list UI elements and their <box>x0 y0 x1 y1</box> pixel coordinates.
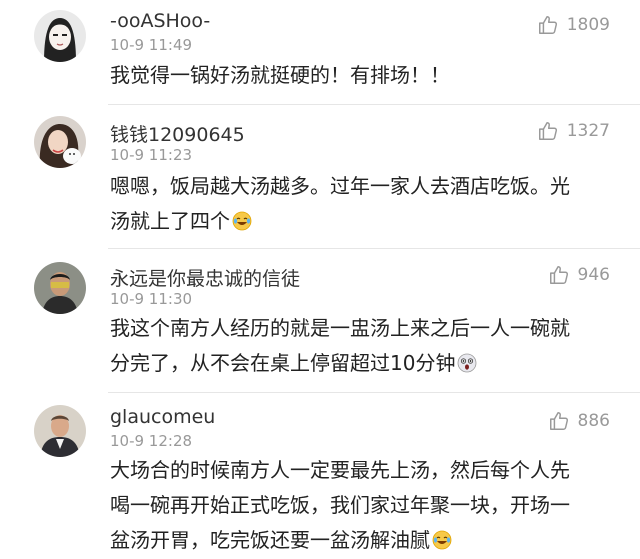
user-avatar[interactable] <box>34 405 86 457</box>
like-button[interactable]: 1809 <box>537 14 610 36</box>
like-count: 886 <box>577 411 610 431</box>
laugh-cry-emoji-icon <box>232 211 252 231</box>
thumbs-up-icon <box>548 410 570 432</box>
comment-text: 我这个南方人经历的就是一盅汤上来之后一人一碗就 分完了，从不会在桌上停留超过10… <box>110 311 615 381</box>
comment-text-line: 我这个南方人经历的就是一盅汤上来之后一人一碗就 <box>110 316 570 340</box>
comment-text-line: 汤就上了四个 <box>110 209 230 233</box>
anime-girl-avatar-icon <box>34 10 86 62</box>
comment-text-line: 嗯嗯，饭局越大汤越多。过年一家人去酒店吃饭。光 <box>110 174 570 198</box>
thumbs-up-icon <box>537 120 559 142</box>
like-count: 1327 <box>566 121 610 141</box>
username[interactable]: 钱钱12090645 <box>110 120 245 147</box>
username[interactable]: 永远是你最忠诚的信徒 <box>110 264 300 291</box>
thumbs-up-icon <box>537 14 559 36</box>
laugh-cry-emoji-icon <box>432 530 452 550</box>
thumbs-up-icon <box>548 264 570 286</box>
comment-text-line: 盆汤开胃，吃完饭还要一盆汤解油腻 <box>110 528 430 552</box>
timestamp: 10-9 11:30 <box>110 290 193 308</box>
divider <box>108 392 640 393</box>
comment-text-line: 大场合的时候南方人一定要最先上汤，然后每个人先 <box>110 458 570 482</box>
comment-text-line: 我觉得一锅好汤就挺硬的！有排场！！ <box>110 63 450 87</box>
divider <box>108 104 640 105</box>
man-portrait-avatar-icon <box>34 262 86 314</box>
woman-with-puppy-avatar-icon <box>34 116 86 168</box>
user-avatar[interactable] <box>34 10 86 62</box>
comment-text: 嗯嗯，饭局越大汤越多。过年一家人去酒店吃饭。光 汤就上了四个 <box>110 169 615 239</box>
username[interactable]: -ooASHoo- <box>110 10 210 32</box>
man-in-suit-avatar-icon <box>34 405 86 457</box>
comment-text-line: 喝一碗再开始正式吃饭，我们家过年聚一块，开场一 <box>110 493 570 517</box>
like-button[interactable]: 946 <box>548 264 610 286</box>
comment-text-line: 分完了，从不会在桌上停留超过10分钟 <box>110 351 456 375</box>
divider <box>108 248 640 249</box>
timestamp: 10-9 12:28 <box>110 432 193 450</box>
comment-text: 大场合的时候南方人一定要最先上汤，然后每个人先 喝一碗再开始正式吃饭，我们家过年… <box>110 453 615 558</box>
like-button[interactable]: 1327 <box>537 120 610 142</box>
username[interactable]: glaucomeu <box>110 406 215 428</box>
user-avatar[interactable] <box>34 116 86 168</box>
like-button[interactable]: 886 <box>548 410 610 432</box>
like-count: 946 <box>577 265 610 285</box>
timestamp: 10-9 11:49 <box>110 36 193 54</box>
shocked-face-emoji-icon <box>457 353 477 373</box>
comment-text: 我觉得一锅好汤就挺硬的！有排场！！ <box>110 58 615 93</box>
user-avatar[interactable] <box>34 262 86 314</box>
timestamp: 10-9 11:23 <box>110 146 193 164</box>
like-count: 1809 <box>566 15 610 35</box>
